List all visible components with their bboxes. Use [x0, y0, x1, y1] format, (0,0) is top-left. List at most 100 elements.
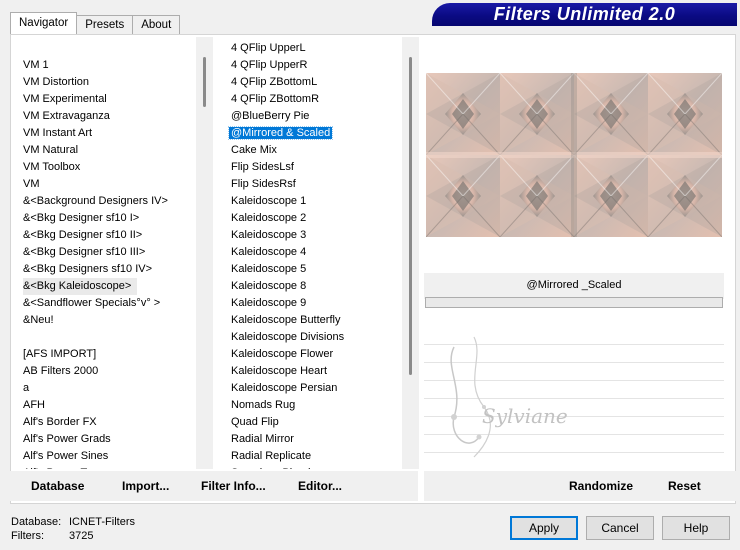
database-button[interactable]: Database — [31, 471, 84, 501]
filter-list-item[interactable]: Seamless Blend — [231, 465, 402, 469]
watermark: Sylviane — [424, 327, 594, 467]
filter-list-item[interactable]: Kaleidoscope 5 — [231, 261, 402, 278]
category-list-item[interactable]: VM — [23, 176, 196, 193]
filter-list-item[interactable]: 4 QFlip ZBottomL — [231, 74, 402, 91]
category-list-item[interactable]: Alf's Power Toys — [23, 465, 196, 469]
filter-list-item[interactable]: Kaleidoscope 4 — [231, 244, 402, 261]
category-list-item-label: AB Filters 2000 — [23, 365, 99, 377]
filter-list[interactable]: 4 QFlip UpperL 4 QFlip UpperR 4 QFlip ZBot… — [224, 37, 402, 469]
filter-list-item[interactable]: Cake Mix — [231, 142, 402, 159]
filter-list-item-label: Radial Mirror — [231, 433, 294, 445]
status-area: Database: ICNET-Filters Filters: 3725 — [11, 515, 135, 543]
category-list-item-label: &<Bkg Designer sf10 II> — [23, 229, 143, 241]
category-list-item-label: [AFS IMPORT] — [23, 348, 97, 360]
filter-list-item[interactable]: Kaleidoscope Butterfly — [231, 312, 402, 329]
category-list-item[interactable]: Alf's Border FX — [23, 414, 196, 431]
category-list-item-label: &<Bkg Kaleidoscope> — [23, 278, 138, 295]
preview-image — [426, 73, 722, 237]
filter-list-item-label: Kaleidoscope Persian — [231, 382, 338, 394]
category-list-item[interactable]: VM Natural — [23, 142, 196, 159]
filter-list-item[interactable]: 4 QFlip ZBottomR — [231, 91, 402, 108]
filter-list-item[interactable]: Kaleidoscope 8 — [231, 278, 402, 295]
category-list-item[interactable] — [23, 329, 196, 346]
filter-list-item-label: Kaleidoscope Heart — [231, 365, 328, 377]
category-list-item[interactable]: VM 1 — [23, 57, 196, 74]
apply-button[interactable]: Apply — [510, 516, 578, 540]
filter-list-item-label: Kaleidoscope 2 — [231, 212, 307, 224]
filter-list-item-label: 4 QFlip ZBottomR — [231, 93, 320, 105]
category-list-item-label: VM Natural — [23, 144, 79, 156]
category-list-item[interactable]: &<Sandflower Specials°v° > — [23, 295, 196, 312]
watermark-text: Sylviane — [482, 404, 568, 428]
filter-list-item-label: Radial Replicate — [231, 450, 312, 462]
filter-list-item[interactable]: Kaleidoscope Flower — [231, 346, 402, 363]
filter-scroll-thumb[interactable] — [409, 57, 412, 375]
category-list-item[interactable]: &<Background Designers IV> — [23, 193, 196, 210]
filter-list-item[interactable]: Kaleidoscope 2 — [231, 210, 402, 227]
editor-button[interactable]: Editor... — [298, 471, 342, 501]
category-list-item[interactable]: a — [23, 380, 196, 397]
category-list-item-label: VM Toolbox — [23, 161, 81, 173]
reset-button[interactable]: Reset — [668, 471, 701, 501]
filter-list-item[interactable]: Kaleidoscope 1 — [231, 193, 402, 210]
filter-list-item[interactable]: Nomads Rug — [231, 397, 402, 414]
category-list-item-label: VM 1 — [23, 59, 49, 71]
category-list-item-label: VM — [23, 178, 40, 190]
filter-list-item[interactable]: Radial Mirror — [231, 431, 402, 448]
filter-list-item-label: Flip SidesRsf — [231, 178, 296, 190]
category-list-item[interactable]: Alf's Power Grads — [23, 431, 196, 448]
filter-list-item[interactable]: Radial Replicate — [231, 448, 402, 465]
category-list-item[interactable]: AB Filters 2000 — [23, 363, 196, 380]
category-list-item-label: Alf's Border FX — [23, 416, 97, 428]
category-list-item[interactable]: &<Bkg Designer sf10 I> — [23, 210, 196, 227]
filter-list-item-label: Kaleidoscope Butterfly — [231, 314, 341, 326]
category-list-item[interactable]: &Neu! — [23, 312, 196, 329]
filter-list-item[interactable]: Kaleidoscope Heart — [231, 363, 402, 380]
preview-area: @Mirrored _Scaled Sylviane — [424, 37, 724, 469]
filter-list-item[interactable]: Kaleidoscope 9 — [231, 295, 402, 312]
category-list-item[interactable]: Alf's Power Sines — [23, 448, 196, 465]
filter-list-item[interactable]: 4 QFlip UpperR — [231, 57, 402, 74]
filter-list-item[interactable]: @Mirrored & Scaled — [227, 125, 402, 142]
category-list-item-label: &<Sandflower Specials°v° > — [23, 297, 161, 309]
help-button[interactable]: Help — [662, 516, 730, 540]
filter-info-button[interactable]: Filter Info... — [201, 471, 266, 501]
preview-action-bar: Randomize Reset — [424, 471, 736, 501]
category-list-item[interactable]: VM Instant Art — [23, 125, 196, 142]
category-scrollbar[interactable] — [196, 37, 213, 469]
filter-list-item[interactable]: Kaleidoscope Persian — [231, 380, 402, 397]
category-list-item[interactable]: &<Bkg Designer sf10 III> — [23, 244, 196, 261]
category-list-item[interactable]: AFH — [23, 397, 196, 414]
import-button[interactable]: Import... — [122, 471, 169, 501]
filter-list-item-label: @Mirrored & Scaled — [227, 126, 334, 140]
category-list-item-label: VM Instant Art — [23, 127, 93, 139]
category-list-item[interactable]: [AFS IMPORT] — [23, 346, 196, 363]
category-list-item[interactable]: &<Bkg Kaleidoscope> — [23, 278, 196, 295]
category-list-item[interactable]: VM Toolbox — [23, 159, 196, 176]
category-scroll-thumb[interactable] — [203, 57, 206, 107]
category-list-item[interactable]: &<Bkg Designers sf10 IV> — [23, 261, 196, 278]
tab-navigator[interactable]: Navigator — [10, 12, 78, 34]
category-list-item[interactable]: VM Extravaganza — [23, 108, 196, 125]
tab-about[interactable]: About — [132, 15, 181, 34]
filter-list-item[interactable]: Quad Flip — [231, 414, 402, 431]
category-list-item[interactable]: VM Experimental — [23, 91, 196, 108]
filter-list-item[interactable]: Kaleidoscope Divisions — [231, 329, 402, 346]
category-list-item[interactable]: &<Bkg Designer sf10 II> — [23, 227, 196, 244]
filter-list-item[interactable]: Flip SidesRsf — [231, 176, 402, 193]
filter-list-item[interactable]: Kaleidoscope 3 — [231, 227, 402, 244]
filter-scrollbar[interactable] — [402, 37, 419, 469]
category-list-item[interactable]: VM Distortion — [23, 74, 196, 91]
filter-parameter-bar — [425, 297, 723, 308]
category-list-item-label: &<Bkg Designer sf10 I> — [23, 212, 140, 224]
filter-list-item-label: Seamless Blend — [231, 467, 311, 469]
category-list-item-label: a — [23, 382, 30, 394]
filter-list-item[interactable]: Flip SidesLsf — [231, 159, 402, 176]
tab-presets[interactable]: Presets — [76, 15, 134, 34]
category-list[interactable]: VM 1 VM Distortion VM Experimental VM Extra… — [18, 37, 196, 469]
filter-list-item[interactable]: @BlueBerry Pie — [231, 108, 402, 125]
filter-list-item-label: Kaleidoscope 5 — [231, 263, 307, 275]
filter-list-item[interactable]: 4 QFlip UpperL — [231, 40, 402, 57]
cancel-button[interactable]: Cancel — [586, 516, 654, 540]
randomize-button[interactable]: Randomize — [569, 471, 633, 501]
